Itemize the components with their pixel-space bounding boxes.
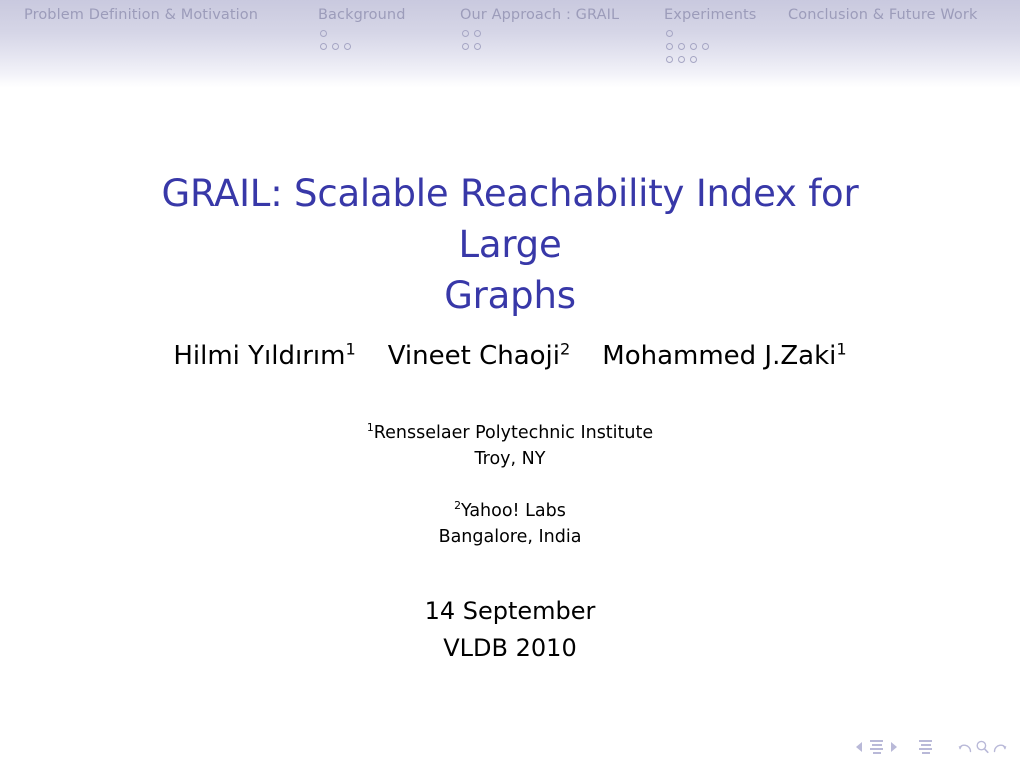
author-3: Mohammed J.Zaki1	[602, 340, 846, 372]
nav-miniframe-dot[interactable]	[690, 43, 697, 50]
nav-miniframe-row	[320, 40, 356, 53]
author-name: Hilmi Yıldırım	[173, 341, 346, 371]
affiliation-institution-text: Yahoo! Labs	[461, 501, 566, 521]
nav-miniframe-dot[interactable]	[678, 43, 685, 50]
slide-icon[interactable]	[869, 736, 884, 758]
authors-block: Hilmi Yıldırım1 Vineet Chaoji2 Mohammed J.…	[0, 340, 1020, 372]
nav-miniframe-dot[interactable]	[474, 30, 481, 37]
nav-miniframe-dot[interactable]	[320, 43, 327, 50]
nav-section-miniframes	[460, 27, 486, 53]
nav-miniframe-row	[666, 40, 714, 53]
nav-miniframe-dot[interactable]	[690, 56, 697, 63]
back-icon[interactable]	[957, 736, 974, 758]
nav-miniframe-dot[interactable]	[666, 56, 673, 63]
nav-miniframe-dot[interactable]	[666, 30, 673, 37]
nav-miniframe-dot[interactable]	[666, 43, 673, 50]
section-navigation-bar: Problem Definition & Motivation Backgroun…	[0, 0, 1020, 88]
title-line-2: Graphs	[444, 274, 576, 317]
nav-miniframe-row	[320, 27, 356, 40]
author-affiliation-marker: 1	[836, 339, 847, 359]
forward-icon[interactable]	[991, 736, 1008, 758]
nav-miniframe-dot[interactable]	[702, 43, 709, 50]
nav-section-label: Conclusion & Future Work	[788, 7, 978, 23]
nav-miniframe-dot[interactable]	[474, 43, 481, 50]
date-day: 14 September	[424, 597, 596, 625]
nav-section-5[interactable]: Conclusion & Future Work	[782, 0, 1020, 27]
affiliations-block: 1Rensselaer Polytechnic Institute Troy, N…	[0, 420, 1020, 576]
nav-section-1[interactable]: Problem Definition & Motivation	[0, 0, 308, 27]
nav-miniframe-dot[interactable]	[462, 43, 469, 50]
search-icon[interactable]	[974, 736, 991, 758]
affiliation-marker: 2	[454, 499, 462, 513]
nav-miniframe-dot[interactable]	[320, 30, 327, 37]
nav-section-4[interactable]: Experiments	[656, 0, 782, 66]
author-name: Mohammed J.Zaki	[602, 341, 837, 371]
nav-section-miniframes	[318, 27, 356, 53]
title-line-1: GRAIL: Scalable Reachability Index for L…	[161, 172, 859, 266]
page-title: GRAIL: Scalable Reachability Index for L…	[0, 168, 1020, 321]
author-name: Vineet Chaoji	[387, 341, 561, 371]
nav-section-3[interactable]: Our Approach : GRAIL	[451, 0, 656, 53]
navigation-headline: Problem Definition & Motivation Backgroun…	[0, 0, 1020, 88]
title-block: GRAIL: Scalable Reachability Index for L…	[0, 168, 1020, 321]
slide-body: GRAIL: Scalable Reachability Index for L…	[0, 88, 1020, 765]
nav-section-label: Our Approach : GRAIL	[460, 7, 620, 23]
affiliation-institution: 2Yahoo! Labs	[0, 498, 1020, 524]
affiliation-2: 2Yahoo! Labs Bangalore, India	[0, 498, 1020, 550]
nav-miniframe-dot[interactable]	[332, 43, 339, 50]
affiliation-location: Troy, NY	[474, 449, 546, 469]
nav-miniframe-dot[interactable]	[344, 43, 351, 50]
nav-section-2[interactable]: Background	[308, 0, 451, 53]
author-affiliation-marker: 1	[345, 339, 356, 359]
date-block: 14 September VLDB 2010	[0, 593, 1020, 667]
date-venue: VLDB 2010	[443, 634, 577, 662]
nav-section-label: Problem Definition & Motivation	[24, 7, 259, 23]
affiliation-institution: 1Rensselaer Polytechnic Institute	[0, 420, 1020, 446]
affiliation-location: Bangalore, India	[438, 527, 582, 547]
nav-section-miniframes	[664, 27, 714, 66]
frame-icon[interactable]	[918, 736, 933, 758]
nav-miniframe-row	[666, 27, 714, 40]
author-affiliation-marker: 2	[560, 339, 571, 359]
nav-miniframe-row	[462, 27, 486, 40]
next-slide-icon[interactable]	[891, 736, 897, 758]
affiliation-1: 1Rensselaer Polytechnic Institute Troy, N…	[0, 420, 1020, 472]
affiliation-institution-text: Rensselaer Polytechnic Institute	[373, 423, 654, 443]
nav-miniframe-row	[666, 53, 714, 66]
author-2: Vineet Chaoji2	[388, 340, 571, 372]
previous-slide-icon[interactable]	[856, 736, 862, 758]
nav-miniframe-row	[462, 40, 486, 53]
nav-miniframe-dot[interactable]	[678, 56, 685, 63]
beamer-navigation-symbols	[856, 735, 1008, 759]
affiliation-marker: 1	[366, 421, 374, 435]
author-1: Hilmi Yıldırım1	[173, 340, 355, 372]
nav-section-label: Background	[318, 7, 406, 23]
nav-section-label: Experiments	[664, 7, 757, 23]
nav-miniframe-dot[interactable]	[462, 30, 469, 37]
